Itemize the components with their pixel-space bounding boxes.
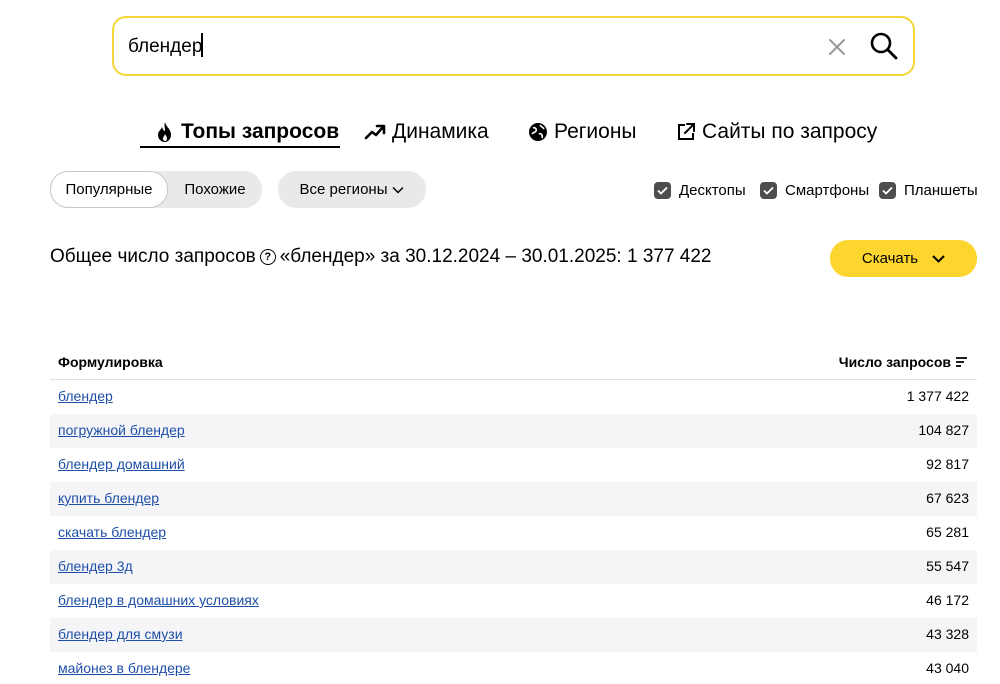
clear-button[interactable] <box>826 36 848 58</box>
download-label: Скачать <box>861 250 919 267</box>
tab-label: Динамика <box>392 120 489 143</box>
active-tab-indicator <box>140 146 340 148</box>
tab-label: Регионы <box>554 120 637 143</box>
checkbox-label: Смартфоны <box>785 181 870 199</box>
query-link[interactable]: скачать блендер <box>58 524 166 540</box>
query-link[interactable]: купить блендер <box>58 490 159 506</box>
checkbox-checked-icon <box>654 181 671 199</box>
total-queries-summary: Общее число запросов ? «блендер» за 30.1… <box>50 246 712 268</box>
fire-icon <box>158 122 171 142</box>
query-count: 43 040 <box>926 660 969 676</box>
table-row: скачать блендер 65 281 <box>50 516 977 550</box>
tab-top-queries[interactable]: Топы запросов <box>155 114 339 150</box>
table-row: блендер в домашних условиях 46 172 <box>50 584 977 618</box>
query-count: 65 281 <box>926 524 969 540</box>
query-link[interactable]: блендер <box>58 388 113 404</box>
region-select[interactable]: Все регионы <box>278 171 426 208</box>
table-row: блендер 3д 55 547 <box>50 550 977 584</box>
tab-regions[interactable]: Регионы <box>528 114 637 150</box>
globe-icon <box>529 123 547 141</box>
summary-value: «блендер» за 30.12.2024 – 30.01.2025: 1 … <box>279 246 712 267</box>
query-count: 55 547 <box>926 558 969 574</box>
region-select-label: Все регионы <box>299 181 388 198</box>
search-button[interactable] <box>868 30 900 62</box>
results-table: блендер 1 377 422 погружной блендер 104 … <box>50 380 977 684</box>
checkbox-label: Десктопы <box>679 181 746 199</box>
summary-prefix: Общее число запросов <box>50 246 256 267</box>
table-row: блендер 1 377 422 <box>50 380 977 414</box>
query-link[interactable]: погружной блендер <box>58 422 185 438</box>
tab-label: Сайты по запросу <box>702 120 878 143</box>
table-row: погружной блендер 104 827 <box>50 414 977 448</box>
similar-button[interactable]: Похожие <box>168 171 262 208</box>
query-count: 43 328 <box>926 626 969 642</box>
query-link[interactable]: блендер для смузи <box>58 626 183 642</box>
help-icon[interactable]: ? <box>259 249 276 265</box>
table-header: Формулировка Число запросов <box>50 348 977 380</box>
download-button[interactable]: Скачать <box>830 240 977 277</box>
column-header-phrase: Формулировка <box>58 354 163 370</box>
query-count: 104 827 <box>918 422 969 438</box>
smartphone-checkbox[interactable]: Смартфоны <box>760 180 869 200</box>
table-row: блендер для смузи 43 328 <box>50 618 977 652</box>
sort-icon <box>956 357 967 367</box>
popular-similar-toggle: Популярные Похожие <box>50 171 262 208</box>
query-count: 67 623 <box>926 490 969 506</box>
column-header-count-label: Число запросов <box>838 354 951 370</box>
table-row: блендер домашний 92 817 <box>50 448 977 482</box>
external-link-icon <box>678 123 695 140</box>
checkbox-checked-icon <box>879 181 896 199</box>
tab-label: Топы запросов <box>181 120 340 143</box>
search-icon <box>870 32 898 60</box>
tablet-checkbox[interactable]: Планшеты <box>879 180 978 200</box>
desktop-checkbox[interactable]: Десктопы <box>654 180 746 200</box>
tab-dynamics[interactable]: Динамика <box>364 114 489 150</box>
tabs-bar: Топы запросов Динамика Регионы Сайты по … <box>0 114 1000 154</box>
query-count: 1 377 422 <box>906 388 969 404</box>
table-row: майонез в блендере 43 040 <box>50 652 977 684</box>
query-link[interactable]: блендер 3д <box>58 558 133 574</box>
query-count: 92 817 <box>926 456 969 472</box>
column-header-count[interactable]: Число запросов <box>839 354 967 370</box>
query-link[interactable]: майонез в блендере <box>58 660 190 676</box>
text-caret <box>201 33 203 57</box>
checkbox-checked-icon <box>760 181 777 199</box>
query-link[interactable]: блендер домашний <box>58 456 185 472</box>
chevron-down-icon <box>932 254 945 263</box>
query-count: 46 172 <box>926 592 969 608</box>
search-input[interactable] <box>128 34 808 60</box>
popular-button[interactable]: Популярные <box>50 171 168 208</box>
close-icon <box>829 39 845 55</box>
checkbox-label: Планшеты <box>904 181 978 199</box>
chevron-down-icon <box>392 186 405 194</box>
search-box <box>112 16 915 76</box>
query-link[interactable]: блендер в домашних условиях <box>58 592 259 608</box>
tab-sites[interactable]: Сайты по запросу <box>676 114 877 150</box>
trend-up-icon <box>364 124 386 140</box>
table-row: купить блендер 67 623 <box>50 482 977 516</box>
